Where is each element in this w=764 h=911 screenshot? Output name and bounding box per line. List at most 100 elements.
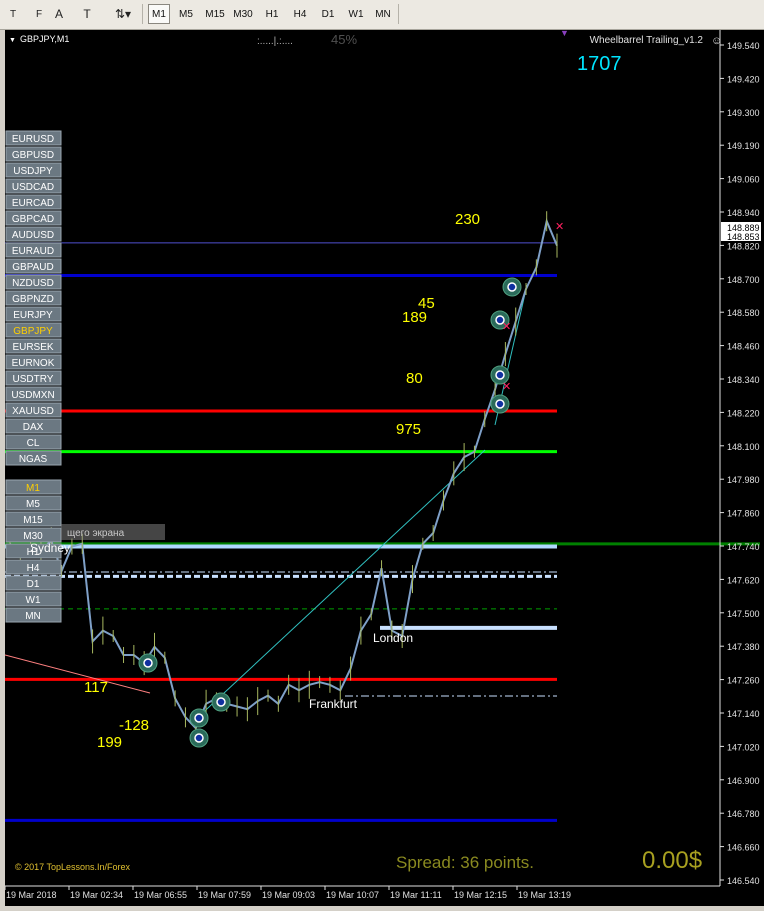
symbol-button-usdjpy[interactable]: USDJPY bbox=[5, 162, 62, 178]
symbol-label: XAUUSD bbox=[12, 406, 54, 417]
text-label-icon[interactable]: T bbox=[4, 4, 22, 24]
session-label-london: London bbox=[373, 631, 413, 645]
timeframe-button-d1[interactable]: D1 bbox=[5, 575, 62, 591]
price-tick-label: 148.580 bbox=[727, 308, 760, 318]
trade-marker[interactable] bbox=[502, 277, 522, 297]
timeframe-button-m30[interactable]: M30 bbox=[5, 527, 62, 543]
symbol-button-ngas[interactable]: NGAS bbox=[5, 450, 62, 466]
trade-arrow-icon: ✕ bbox=[502, 381, 511, 393]
timeframe-button-mn[interactable]: MN bbox=[5, 607, 62, 623]
symbol-label: EURCAD bbox=[12, 198, 54, 209]
toolbar-timeframe-mn[interactable]: MN bbox=[372, 4, 394, 24]
timeframe-label: M1 bbox=[26, 483, 40, 494]
symbol-button-eurjpy[interactable]: EURJPY bbox=[5, 306, 62, 322]
timeframe-button-h4[interactable]: H4 bbox=[5, 559, 62, 575]
hidden-panel-text: щего экрана bbox=[67, 528, 125, 539]
timeframe-label: M15 bbox=[23, 515, 43, 526]
symbol-button-gbpcad[interactable]: GBPCAD bbox=[5, 210, 62, 226]
toolbar-timeframe-m15[interactable]: M15 bbox=[202, 4, 228, 24]
chart-window[interactable]: ✕ ✕ ✕ ▼ EURUSD GBPUSD USDJPY USDCAD EURCAD GBPCA… bbox=[4, 28, 764, 906]
symbol-button-usdmxn[interactable]: USDMXN bbox=[5, 386, 62, 402]
timeframe-button-m5[interactable]: M5 bbox=[5, 495, 62, 511]
profit-annotation: 189 bbox=[402, 309, 427, 326]
symbol-label: USDCAD bbox=[12, 182, 54, 193]
price-tick-label: 147.980 bbox=[727, 475, 760, 485]
timeframe-label: MN bbox=[25, 611, 41, 622]
symbol-label: GBPJPY bbox=[13, 326, 53, 337]
toolbar-timeframe-d1[interactable]: D1 bbox=[316, 4, 340, 24]
arrows-dropdown-icon[interactable]: ⇅▾ bbox=[110, 4, 136, 24]
symbol-button-dax[interactable]: DAX bbox=[5, 418, 62, 434]
timeframe-label: D1 bbox=[27, 579, 40, 590]
profit-annotation: 230 bbox=[455, 211, 480, 228]
symbol-button-usdcad[interactable]: USDCAD bbox=[5, 178, 62, 194]
symbol-label: GBPUSD bbox=[12, 150, 54, 161]
symbol-label: USDTRY bbox=[13, 374, 54, 385]
toolbar-timeframe-h1[interactable]: H1 bbox=[260, 4, 284, 24]
symbol-button-gbpusd[interactable]: GBPUSD bbox=[5, 146, 62, 162]
toolbar-separator bbox=[398, 4, 399, 24]
price-tick-label: 148.940 bbox=[727, 208, 760, 218]
symbol-button-cl[interactable]: CL bbox=[5, 434, 62, 450]
price-tick-label: 146.900 bbox=[727, 776, 760, 786]
price-tick-label: 149.190 bbox=[727, 141, 760, 151]
symbol-button-eurnok[interactable]: EURNOK bbox=[5, 354, 62, 370]
symbol-button-nzdusd[interactable]: NZDUSD bbox=[5, 274, 62, 290]
symbol-button-euraud[interactable]: EURAUD bbox=[5, 242, 62, 258]
symbol-button-eurusd[interactable]: EURUSD bbox=[5, 130, 62, 146]
symbol-title: GBPJPY,M1 bbox=[20, 34, 69, 44]
symbol-button-gbpnzd[interactable]: GBPNZD bbox=[5, 290, 62, 306]
price-tick-label: 147.020 bbox=[727, 742, 760, 752]
symbol-label: EURAUD bbox=[12, 246, 54, 257]
chart-canvas[interactable]: ✕ ✕ ✕ ▼ EURUSD GBPUSD USDJPY USDCAD EURCAD GBPCA… bbox=[4, 28, 764, 906]
text-icon[interactable]: A bbox=[50, 4, 68, 24]
trade-marker[interactable] bbox=[138, 653, 158, 673]
fibonacci-icon[interactable]: F bbox=[30, 4, 48, 24]
toolbar-timeframe-m5[interactable]: M5 bbox=[174, 4, 198, 24]
timeframe-label: H4 bbox=[27, 563, 40, 574]
indicator-name: Wheelbarrel Trailing_v1.2 bbox=[590, 35, 704, 46]
text-box-icon[interactable]: T bbox=[78, 4, 96, 24]
price-tick-label: 148.820 bbox=[727, 241, 760, 251]
trendline[interactable] bbox=[4, 654, 151, 694]
price-tick-label: 149.540 bbox=[727, 41, 760, 51]
time-tick-label: 19 Mar 07:59 bbox=[198, 890, 251, 900]
toolbar-timeframe-w1[interactable]: W1 bbox=[344, 4, 368, 24]
symbol-label: USDMXN bbox=[11, 390, 54, 401]
trade-marker[interactable] bbox=[189, 728, 209, 748]
timeframe-button-m1[interactable]: M1 bbox=[5, 479, 62, 495]
toolbar-timeframe-m30[interactable]: M30 bbox=[230, 4, 256, 24]
profit-annotation: 117 bbox=[84, 679, 108, 696]
toolbar-separator bbox=[142, 4, 143, 24]
chart-collapse-icon[interactable]: ▼ bbox=[9, 37, 16, 44]
toolbar-timeframe-m1[interactable]: M1 bbox=[148, 4, 170, 24]
price-tick-label: 148.220 bbox=[727, 408, 760, 418]
trade-marker[interactable] bbox=[490, 394, 510, 414]
session-label-frankfurt: Frankfurt bbox=[309, 697, 358, 711]
symbol-button-gbpaud[interactable]: GBPAUD bbox=[5, 258, 62, 274]
price-tick-label: 147.740 bbox=[727, 542, 760, 552]
toolbar-timeframe-h4[interactable]: H4 bbox=[288, 4, 312, 24]
time-tick-label: 19 Mar 12:15 bbox=[454, 890, 507, 900]
price-series[interactable] bbox=[9, 217, 558, 731]
timeframe-button-m15[interactable]: M15 bbox=[5, 511, 62, 527]
chart-shift-icon[interactable]: ▼ bbox=[560, 28, 569, 38]
symbol-label: GBPNZD bbox=[12, 294, 54, 305]
spread-label: Spread: 36 points. bbox=[396, 853, 534, 872]
symbol-button-gbpjpy[interactable]: GBPJPY bbox=[5, 322, 62, 338]
timeframe-button-w1[interactable]: W1 bbox=[5, 591, 62, 607]
symbol-button-eurcad[interactable]: EURCAD bbox=[5, 194, 62, 210]
trade-marker[interactable] bbox=[189, 708, 209, 728]
symbol-button-eursek[interactable]: EURSEK bbox=[5, 338, 62, 354]
copyright-text: © 2017 TopLessons.In/Forex bbox=[15, 862, 131, 872]
symbol-button-usdtry[interactable]: USDTRY bbox=[5, 370, 62, 386]
time-tick-label: 19 Mar 10:07 bbox=[326, 890, 379, 900]
price-tick-label: 148.700 bbox=[727, 275, 760, 285]
trade-marker[interactable] bbox=[211, 692, 231, 712]
trade-arrow-icon: ✕ bbox=[555, 221, 564, 233]
profit-label: 0.00$ bbox=[642, 847, 702, 874]
symbol-label: GBPCAD bbox=[12, 214, 54, 225]
symbol-button-xauusd[interactable]: XAUUSD bbox=[5, 402, 62, 418]
hidden-panel: щего экрана bbox=[61, 524, 165, 540]
symbol-button-audusd[interactable]: AUDUSD bbox=[5, 226, 62, 242]
